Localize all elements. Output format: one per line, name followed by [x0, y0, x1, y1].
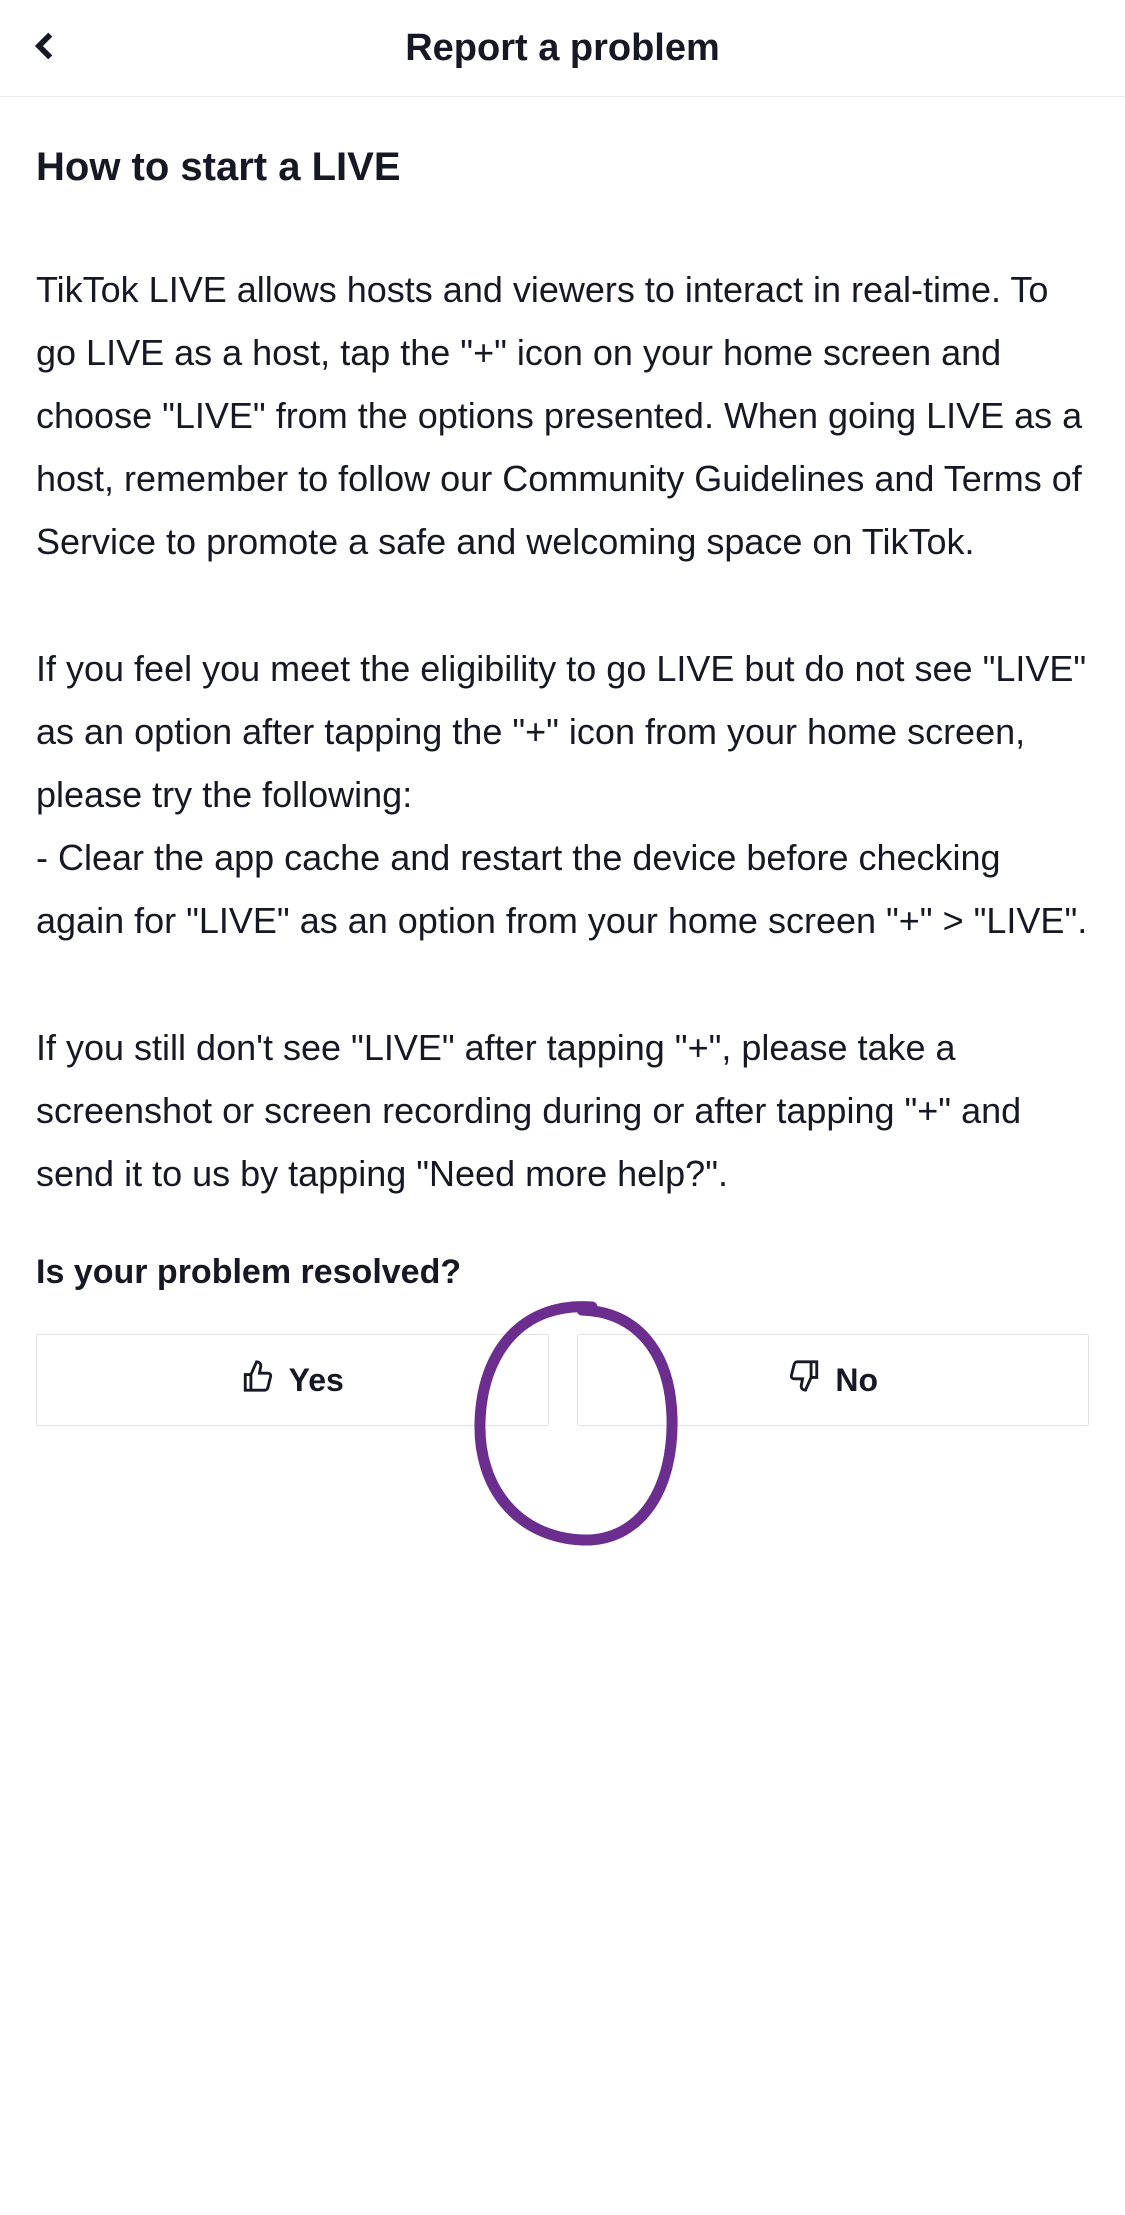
- chevron-left-icon: [29, 29, 63, 68]
- article-paragraph: TikTok LIVE allows hosts and viewers to …: [36, 258, 1089, 573]
- article-content: How to start a LIVE TikTok LIVE allows h…: [0, 97, 1125, 1426]
- back-button[interactable]: [26, 28, 66, 68]
- thumbs-up-icon: [241, 1359, 275, 1401]
- thumbs-down-icon: [787, 1359, 821, 1401]
- article-paragraph: If you feel you meet the eligibility to …: [36, 637, 1089, 952]
- feedback-question: Is your problem resolved?: [36, 1253, 1089, 1292]
- no-button[interactable]: No: [577, 1334, 1090, 1426]
- page-title: Report a problem: [405, 27, 720, 70]
- header-bar: Report a problem: [0, 0, 1125, 97]
- article-paragraph: If you still don't see "LIVE" after tapp…: [36, 1016, 1089, 1205]
- yes-button[interactable]: Yes: [36, 1334, 549, 1426]
- feedback-button-row: Yes No: [36, 1334, 1089, 1426]
- yes-button-label: Yes: [289, 1362, 344, 1399]
- article-title: How to start a LIVE: [36, 145, 1089, 190]
- no-button-label: No: [835, 1362, 878, 1399]
